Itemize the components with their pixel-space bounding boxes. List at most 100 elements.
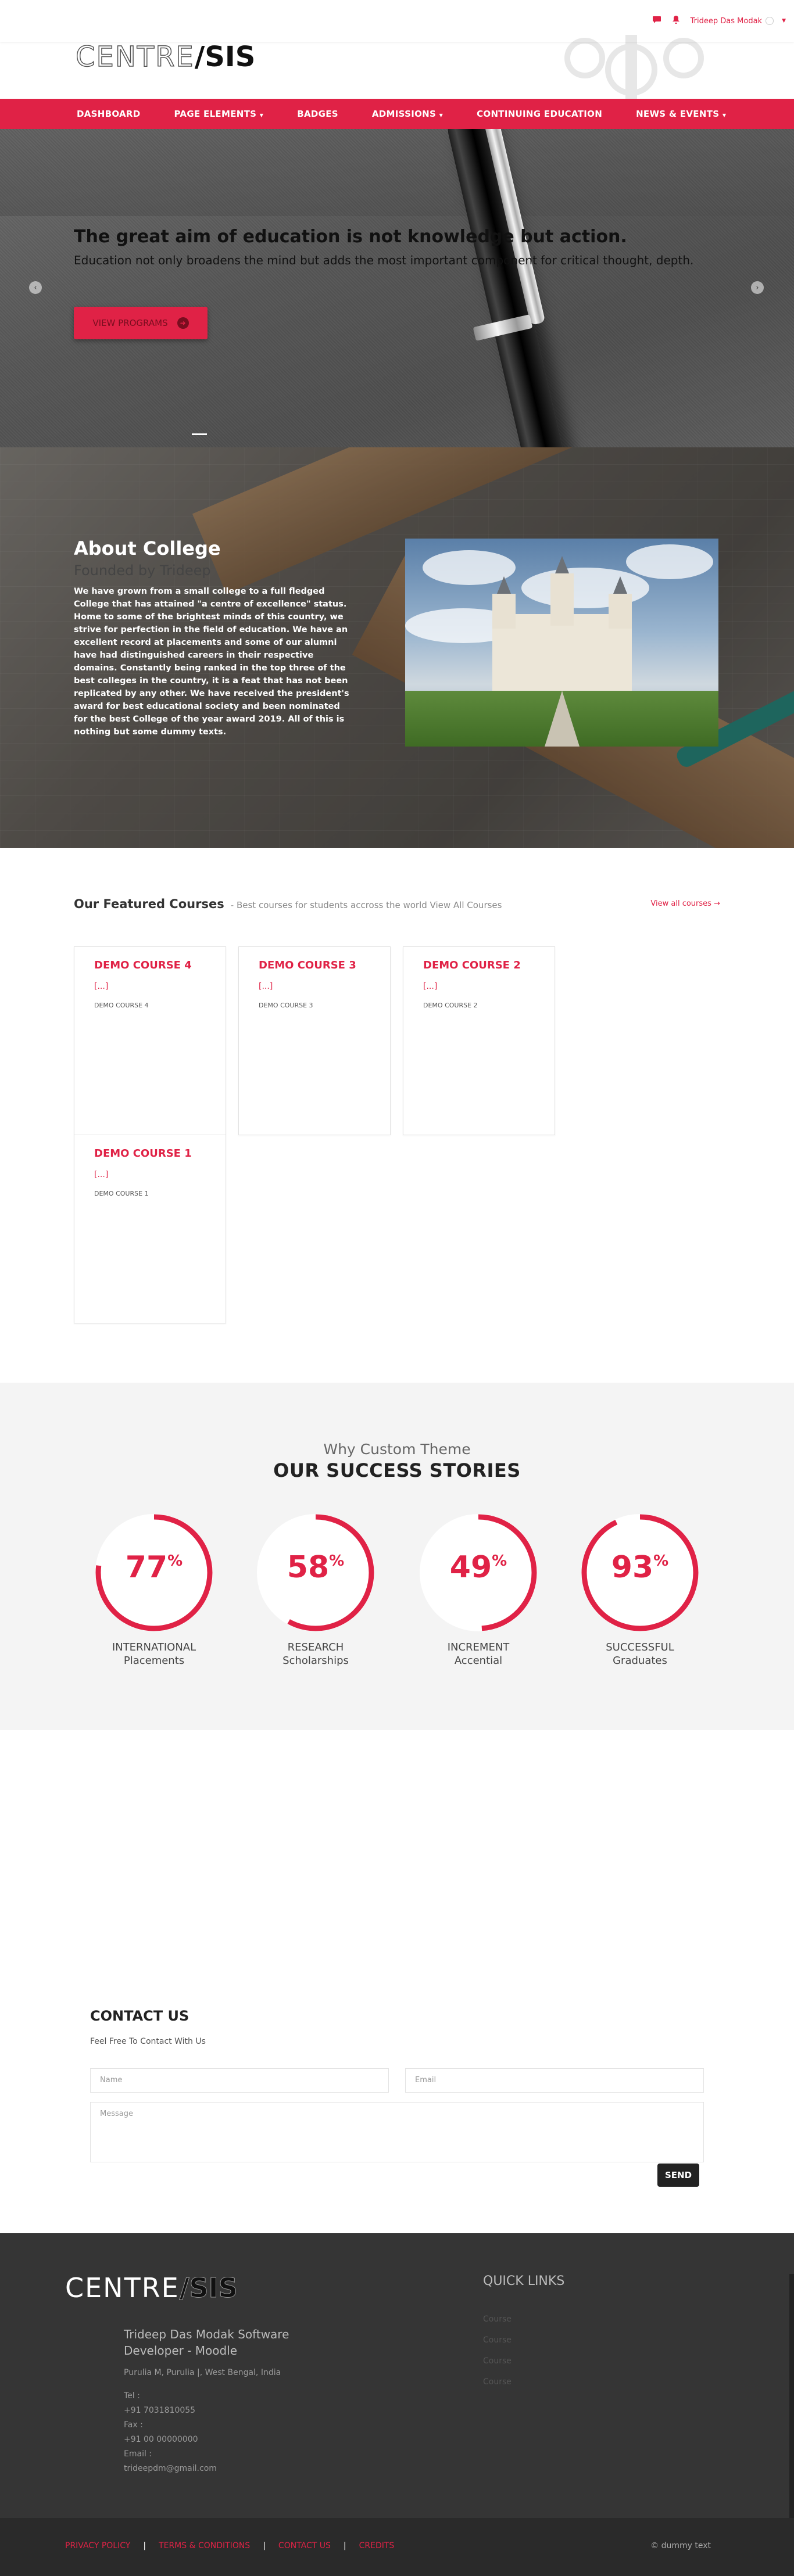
stat-card: 77% INTERNATIONAL Placements — [84, 1512, 224, 1668]
caret-down-icon: ▼ — [259, 113, 264, 118]
notifications-bell-icon[interactable] — [672, 15, 680, 27]
email-field[interactable]: Email — [405, 2068, 704, 2093]
stories-title: OUR SUCCESS STORIES — [273, 1459, 521, 1481]
featured-title: Our Featured Courses — [74, 897, 224, 911]
user-menu-toggle[interactable]: Trideep Das Modak ▼ — [691, 17, 786, 26]
course-card[interactable]: DEMO COURSE 3 [...] DEMO COURSE 3 — [238, 946, 391, 1135]
nav-badges[interactable]: BADGES — [297, 109, 338, 119]
hero-carousel: The great aim of education is not knowle… — [0, 129, 794, 447]
stat-unit: % — [492, 1552, 507, 1570]
hero-subtitle: Education not only broadens the mind but… — [74, 253, 694, 267]
featured-subtitle: - Best courses for students accross the … — [230, 900, 502, 910]
stat-card: 58% RESEARCH Scholarships — [246, 1512, 385, 1668]
arrow-right-icon: → — [714, 899, 720, 908]
nav-news-events[interactable]: NEWS & EVENTS ▼ — [636, 109, 726, 119]
stat-label-line1: RESEARCH — [287, 1641, 344, 1653]
course-category: DEMO COURSE 2 — [423, 1002, 478, 1009]
footer-logo-text-secondary: /SIS — [179, 2272, 238, 2304]
send-button[interactable]: SEND — [657, 2164, 699, 2187]
quick-link[interactable]: Course — [483, 2377, 512, 2387]
castle-roof — [555, 556, 569, 573]
contact-us-link[interactable]: CONTACT US — [278, 2541, 331, 2550]
nav-continuing-education[interactable]: CONTINUING EDUCATION — [477, 109, 602, 119]
user-name: Trideep Das Modak — [690, 16, 763, 26]
stat-label: INCREMENT Accential — [409, 1641, 548, 1668]
quick-link[interactable]: Course — [483, 2315, 512, 2324]
carousel-indicator-1[interactable] — [192, 433, 207, 435]
avatar — [766, 17, 774, 25]
quick-link[interactable]: Course — [483, 2356, 512, 2366]
stat-value: 77% — [84, 1550, 224, 1585]
footer-tel-label: Tel : — [124, 2391, 140, 2401]
course-card[interactable]: DEMO COURSE 4 [...] DEMO COURSE 4 — [74, 946, 226, 1135]
stat-unit: % — [653, 1552, 669, 1570]
messages-icon[interactable] — [652, 16, 661, 26]
link-separator: | — [343, 2541, 346, 2550]
footer-contact-info: Tel : +91 7031810055 Fax : +91 00 000000… — [124, 2389, 217, 2476]
carousel-next-button[interactable]: › — [751, 281, 764, 294]
castle-tower — [550, 573, 574, 626]
nav-dashboard[interactable]: DASHBOARD — [77, 109, 141, 119]
view-programs-button[interactable]: VIEW PROGRAMS ➜ — [74, 307, 208, 339]
terms-conditions-link[interactable]: TERMS & CONDITIONS — [159, 2541, 250, 2550]
footer-scrollbar[interactable] — [789, 2274, 794, 2518]
arrow-right-icon: ➜ — [177, 317, 189, 329]
quick-links-title: QUICK LINKS — [483, 2274, 565, 2288]
hero-title: The great aim of education is not knowle… — [74, 227, 627, 247]
course-title[interactable]: DEMO COURSE 1 — [94, 1147, 192, 1160]
link-separator: | — [263, 2541, 266, 2550]
caret-down-icon: ▼ — [439, 113, 444, 118]
course-summary: [...] — [423, 982, 438, 991]
course-title[interactable]: DEMO COURSE 2 — [423, 959, 521, 971]
hero-background-texture — [0, 129, 794, 447]
nav-admissions[interactable]: ADMISSIONS ▼ — [372, 109, 443, 119]
decorative-gear-icon — [564, 35, 704, 99]
site-logo[interactable]: CENTRE /SIS — [75, 40, 255, 76]
footer-company-name: Trideep Das Modak Software Developer - M… — [124, 2327, 289, 2358]
about-title: About College — [74, 537, 221, 559]
stat-card: 49% INCREMENT Accential — [409, 1512, 548, 1668]
message-field[interactable]: Message — [90, 2102, 704, 2162]
cloud — [626, 544, 713, 579]
carousel-indicators — [192, 433, 207, 435]
stat-unit: % — [329, 1552, 345, 1570]
chevron-left-icon: ‹ — [34, 283, 37, 292]
college-image — [405, 539, 718, 747]
course-title[interactable]: DEMO COURSE 3 — [259, 959, 356, 971]
footer-logo[interactable]: CENTRE /SIS — [65, 2272, 238, 2304]
stat-label-line2: Graduates — [613, 1655, 667, 1667]
credits-link[interactable]: CREDITS — [359, 2541, 395, 2550]
footer-tel: +91 7031810055 — [124, 2406, 196, 2415]
course-summary: [...] — [259, 982, 273, 991]
course-card[interactable]: DEMO COURSE 2 [...] DEMO COURSE 2 — [403, 946, 555, 1135]
contact-section: CONTACT US Feel Free To Contact With Us … — [90, 2008, 704, 2187]
quick-link[interactable]: Course — [483, 2335, 512, 2345]
course-title[interactable]: DEMO COURSE 4 — [94, 959, 192, 971]
stat-label-line2: Scholarships — [282, 1655, 349, 1667]
stat-value: 49% — [409, 1550, 548, 1585]
stat-unit: % — [167, 1552, 183, 1570]
featured-header: Our Featured Courses - Best courses for … — [74, 897, 720, 911]
privacy-policy-link[interactable]: PRIVACY POLICY — [65, 2541, 130, 2550]
footer-address: Purulia M, Purulia |, West Bengal, India — [124, 2368, 281, 2377]
name-field[interactable]: Name — [90, 2068, 389, 2093]
logo-text-primary: CENTRE — [75, 40, 195, 74]
course-category: DEMO COURSE 4 — [94, 1002, 149, 1009]
about-section: About College Founded by Trideep We have… — [0, 447, 794, 848]
link-separator: | — [143, 2541, 146, 2550]
stat-label-line2: Placements — [123, 1655, 185, 1667]
stat-label-line1: INTERNATIONAL — [112, 1641, 196, 1653]
about-founded: Founded by Trideep — [74, 562, 211, 579]
stat-label: RESEARCH Scholarships — [246, 1641, 385, 1668]
view-all-courses-link[interactable]: View all courses → — [650, 899, 720, 908]
stat-number: 77 — [125, 1550, 168, 1585]
footer-logo-text-primary: CENTRE — [65, 2272, 180, 2304]
nav-continuing-education-label: CONTINUING EDUCATION — [477, 109, 603, 119]
castle-tower — [492, 594, 516, 629]
carousel-prev-button[interactable]: ‹ — [29, 281, 42, 294]
main-navigation: DASHBOARD PAGE ELEMENTS ▼ BADGES ADMISSI… — [0, 99, 794, 129]
footer-email[interactable]: trideepdm@gmail.com — [124, 2462, 217, 2476]
nav-page-elements[interactable]: PAGE ELEMENTS ▼ — [174, 109, 264, 119]
about-description: We have grown from a small college to a … — [74, 587, 349, 737]
course-card[interactable]: DEMO COURSE 1 [...] DEMO COURSE 1 — [74, 1135, 226, 1323]
